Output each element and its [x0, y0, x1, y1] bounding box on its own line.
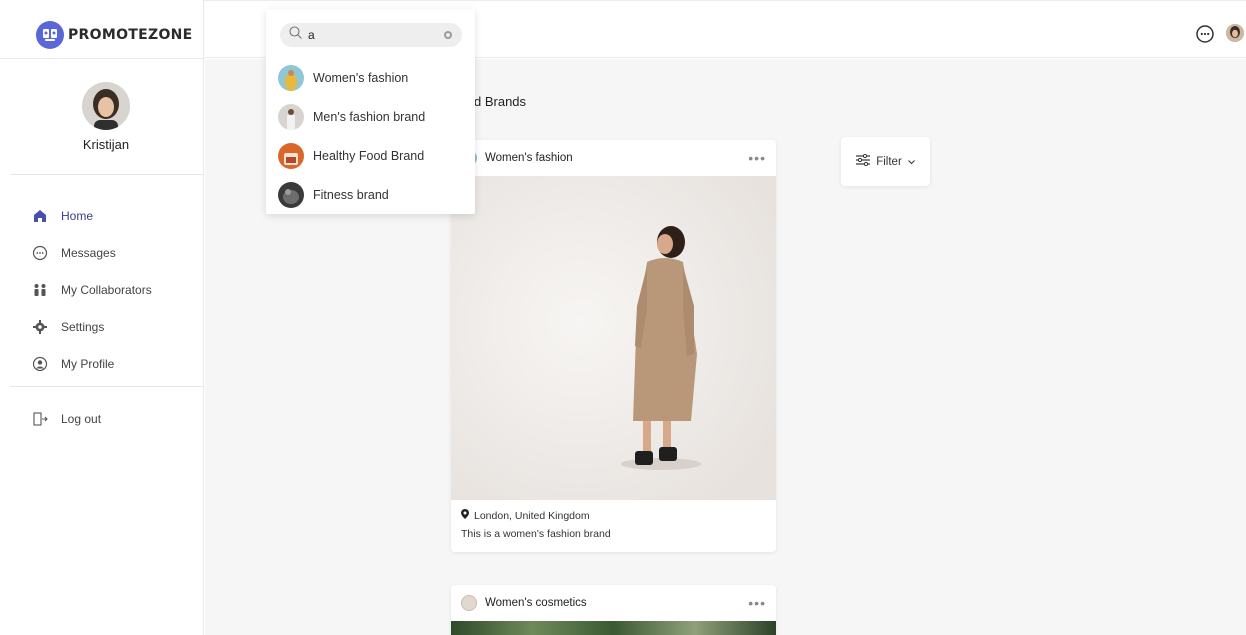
card-image[interactable] — [451, 176, 776, 500]
more-options-icon[interactable]: ••• — [748, 150, 766, 166]
logout-icon — [30, 409, 50, 429]
card-description: This is a women's fashion brand — [461, 528, 611, 540]
search-result-item[interactable]: Men's fashion brand — [278, 103, 425, 131]
sidebar-item-collaborators[interactable]: My Collaborators — [30, 271, 152, 308]
user-circle-icon — [30, 354, 50, 374]
brand-avatar — [461, 595, 477, 611]
result-label: Women's fashion — [313, 71, 409, 85]
logout-button[interactable]: Log out — [30, 409, 101, 429]
location-pin-icon — [461, 509, 469, 522]
result-label: Fitness brand — [313, 188, 389, 202]
card-header: Women's cosmetics ••• — [451, 585, 776, 621]
result-avatar — [278, 65, 304, 91]
brand-card[interactable]: Women's cosmetics ••• — [451, 585, 776, 635]
profile-avatar[interactable] — [82, 82, 130, 130]
chevron-down-icon — [907, 156, 915, 168]
chat-bubble-icon — [30, 243, 50, 263]
result-label: Men's fashion brand — [313, 110, 426, 124]
result-avatar — [278, 182, 304, 208]
search-result-item[interactable]: Fitness brand — [278, 181, 389, 209]
more-options-icon[interactable]: ••• — [748, 595, 766, 611]
card-location: London, United Kingdom — [474, 509, 590, 522]
search-input[interactable] — [308, 28, 428, 42]
search-icon — [289, 26, 302, 44]
filter-label: Filter — [876, 155, 902, 168]
search-result-item[interactable]: Women's fashion — [278, 64, 408, 92]
sidebar-item-label: My Profile — [61, 356, 115, 371]
filter-button[interactable]: Filter — [841, 137, 930, 186]
result-avatar — [278, 143, 304, 169]
gear-icon — [30, 317, 50, 337]
result-label: Healthy Food Brand — [313, 149, 425, 163]
card-brand-name[interactable]: Women's fashion — [485, 152, 573, 164]
page-title: d Brands — [474, 94, 527, 109]
logo-icon — [36, 21, 64, 49]
brand-card[interactable]: Women's fashion ••• London, United Kingd… — [451, 140, 776, 552]
messages-icon[interactable] — [1195, 24, 1215, 44]
user-avatar[interactable] — [1226, 24, 1244, 42]
search-bar[interactable] — [280, 23, 462, 47]
result-avatar — [278, 104, 304, 130]
card-image[interactable] — [451, 621, 776, 635]
profile-name: Kristijan — [82, 137, 130, 152]
collaborators-icon — [30, 280, 50, 300]
sidebar-item-label: Settings — [61, 319, 105, 334]
sidebar: PROMOTEZONE Kristijan Home Messages My C… — [0, 0, 204, 635]
card-header: Women's fashion ••• — [451, 140, 776, 176]
logout-label: Log out — [61, 412, 102, 426]
sidebar-item-label: Messages — [61, 245, 116, 260]
sidebar-nav: Home Messages My Collaborators Settings … — [30, 197, 152, 382]
filter-sliders-icon — [856, 153, 871, 169]
card-brand-name[interactable]: Women's cosmetics — [485, 597, 587, 609]
search-result-item[interactable]: Healthy Food Brand — [278, 142, 424, 170]
sidebar-item-messages[interactable]: Messages — [30, 234, 152, 271]
sidebar-item-my-profile[interactable]: My Profile — [30, 345, 152, 382]
sidebar-item-settings[interactable]: Settings — [30, 308, 152, 345]
sidebar-item-label: My Collaborators — [61, 282, 152, 297]
app-logo[interactable]: PROMOTEZONE — [36, 20, 193, 50]
search-dropdown: Women's fashion Men's fashion brand Heal… — [266, 9, 475, 214]
sidebar-item-home[interactable]: Home — [30, 197, 152, 234]
home-icon — [30, 206, 50, 226]
sidebar-item-label: Home — [61, 208, 94, 223]
logo-text: PROMOTEZONE — [68, 27, 193, 43]
card-info: London, United Kingdom This is a women's… — [451, 500, 776, 549]
clear-search-icon[interactable] — [444, 31, 452, 39]
